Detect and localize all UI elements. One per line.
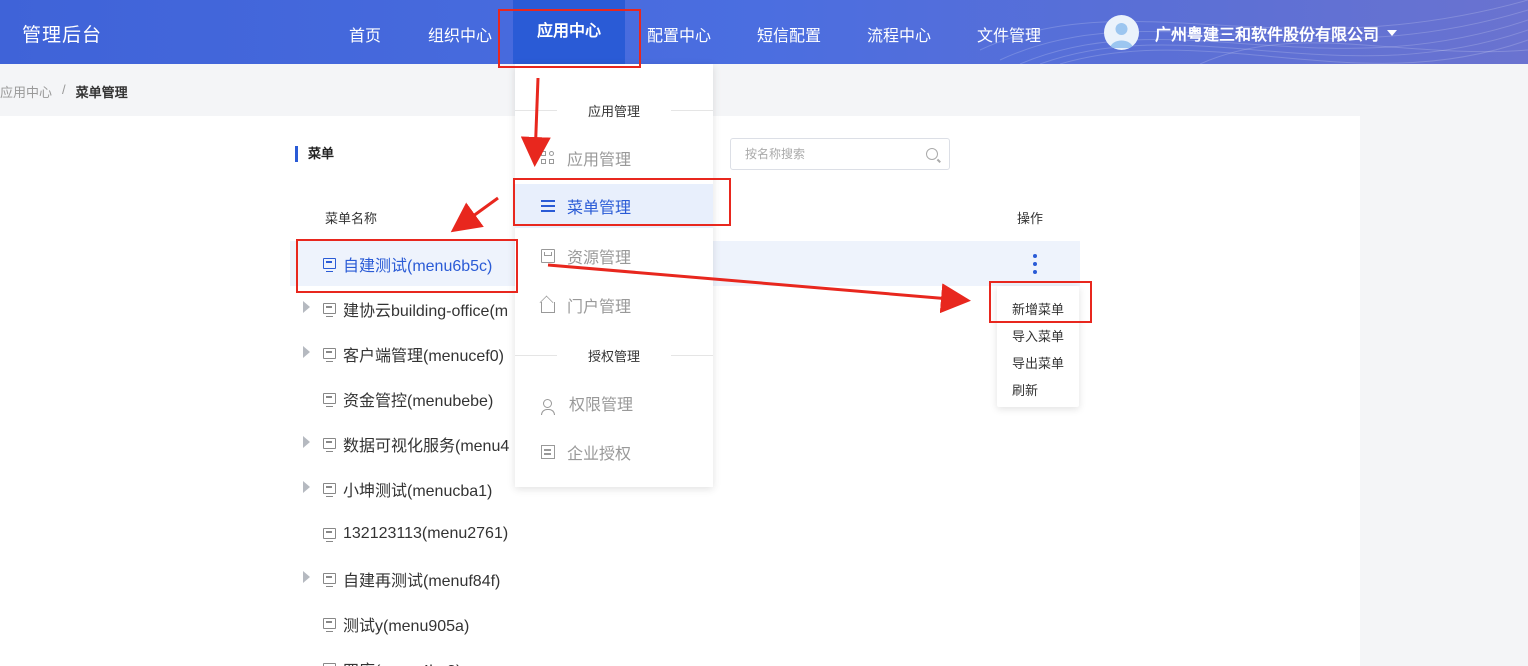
nav-sms-config[interactable]: 短信配置 — [757, 22, 821, 46]
tree-row-label[interactable]: 资金管控(menubebe) — [343, 387, 493, 411]
tree-row[interactable]: 小坤测试(menucba1) — [300, 466, 492, 511]
dropdown-item-permission-management[interactable]: 权限管理 — [515, 381, 713, 425]
home-icon — [541, 301, 555, 313]
tree-row-label[interactable]: 自建再测试(menuf84f) — [343, 567, 500, 591]
monitor-icon — [323, 483, 336, 497]
search-box[interactable] — [730, 138, 950, 170]
monitor-icon — [323, 348, 336, 362]
tree-row[interactable]: 测试y(menu905a) — [300, 601, 469, 646]
ops-export-menu[interactable]: 导出菜单 — [1012, 353, 1064, 372]
caret-down-icon[interactable] — [1387, 29, 1398, 36]
column-header-ops: 操作 — [1017, 211, 1044, 226]
nav-file-management[interactable]: 文件管理 — [977, 22, 1041, 46]
column-header-name: 菜单名称 — [325, 211, 378, 226]
tree-row[interactable]: 自建再测试(menuf84f) — [300, 556, 500, 601]
dropdown-item-enterprise-auth[interactable]: 企业授权 — [515, 430, 713, 474]
monitor-icon — [323, 393, 336, 407]
tree-row-label[interactable]: 测试y(menu905a) — [343, 612, 469, 636]
breadcrumb-current: 菜单管理 — [75, 85, 128, 100]
tree-row[interactable]: 四库(menu4be3) — [300, 646, 461, 666]
monitor-icon — [323, 573, 336, 587]
nav-org-center[interactable]: 组织中心 — [428, 22, 492, 46]
nav-flow-center[interactable]: 流程中心 — [867, 22, 931, 46]
apps-icon — [541, 151, 555, 165]
document-icon — [541, 445, 555, 459]
breadcrumb: 应用中心 / 菜单管理 — [0, 82, 128, 101]
section-title: 菜单 — [295, 146, 334, 162]
nav-app-center[interactable]: 应用中心 — [513, 0, 625, 64]
tree-row-label[interactable]: 建协云building-office(m — [343, 297, 508, 321]
expand-triangle-icon[interactable] — [300, 300, 314, 318]
avatar-person-icon — [1110, 23, 1133, 48]
dropdown-item-label: 应用管理 — [567, 152, 632, 169]
dropdown-item-portal-management[interactable]: 门户管理 — [515, 283, 713, 327]
tree-row[interactable]: 建协云building-office(m — [300, 286, 508, 331]
user-menu[interactable]: 广州粤建三和软件股份有限公司 — [1104, 15, 1398, 50]
operations-menu: 新增菜单 导入菜单 导出菜单 刷新 — [997, 286, 1079, 407]
monitor-icon — [323, 438, 336, 452]
dropdown-item-label: 权限管理 — [569, 397, 634, 414]
nav-home[interactable]: 首页 — [349, 22, 381, 46]
brand-title: 管理后台 — [22, 25, 103, 46]
dropdown-item-resource-management[interactable]: 资源管理 — [515, 234, 713, 278]
expand-triangle-icon[interactable] — [300, 480, 314, 498]
ops-add-menu[interactable]: 新增菜单 — [1012, 299, 1064, 318]
resource-icon — [541, 249, 555, 263]
tree-row[interactable]: 客户端管理(menucef0) — [300, 331, 504, 376]
monitor-icon — [323, 618, 336, 632]
expand-triangle-icon[interactable] — [300, 570, 314, 588]
expand-triangle-icon[interactable] — [300, 435, 314, 453]
dropdown-item-label: 企业授权 — [567, 446, 632, 463]
dropdown-group-app: 应用管理 — [515, 101, 713, 120]
dropdown-item-menu-management[interactable]: 菜单管理 — [515, 184, 713, 228]
monitor-icon — [323, 303, 336, 317]
tree-row[interactable]: 数据可视化服务(menu4 — [300, 421, 509, 466]
tree-row-label[interactable]: 数据可视化服务(menu4 — [343, 432, 509, 456]
search-icon[interactable] — [926, 148, 938, 160]
tree-row-label[interactable]: 小坤测试(menucba1) — [343, 477, 492, 501]
tree-row[interactable]: 132123113(menu2761) — [300, 511, 508, 556]
dropdown-item-app-management[interactable]: 应用管理 — [515, 136, 713, 180]
monitor-icon — [323, 528, 336, 542]
more-actions-icon[interactable] — [1031, 254, 1039, 274]
avatar[interactable] — [1104, 15, 1139, 50]
ops-import-menu[interactable]: 导入菜单 — [1012, 326, 1064, 345]
search-input[interactable] — [745, 147, 915, 161]
user-permission-icon — [541, 398, 555, 415]
app-center-dropdown: 应用管理 应用管理 菜单管理 资源管理 门户管理 授权管理 权限管理 企业授权 — [515, 64, 713, 487]
monitor-icon — [323, 258, 336, 272]
tree-row-label[interactable]: 四库(menu4be3) — [343, 657, 461, 666]
company-name[interactable]: 广州粤建三和软件股份有限公司 — [1155, 21, 1379, 45]
top-header: 管理后台 首页 组织中心 应用中心 配置中心 短信配置 流程中心 文件管理 广州… — [0, 0, 1528, 64]
dropdown-item-label: 菜单管理 — [567, 200, 632, 217]
list-icon — [541, 199, 555, 213]
tree-row[interactable]: 资金管控(menubebe) — [300, 376, 493, 421]
tree-row-label[interactable]: 自建测试(menu6b5c) — [343, 252, 492, 276]
ops-refresh[interactable]: 刷新 — [1012, 380, 1038, 399]
dropdown-item-label: 门户管理 — [567, 299, 632, 316]
breadcrumb-parent[interactable]: 应用中心 — [0, 82, 52, 101]
dropdown-group-auth: 授权管理 — [515, 346, 713, 365]
tree-row-label[interactable]: 132123113(menu2761) — [343, 525, 508, 543]
breadcrumb-separator: / — [62, 82, 66, 97]
expand-triangle-icon[interactable] — [300, 345, 314, 363]
nav-config-center[interactable]: 配置中心 — [647, 22, 711, 46]
dropdown-item-label: 资源管理 — [567, 250, 632, 267]
tree-row[interactable]: 自建测试(menu6b5c) — [300, 241, 492, 286]
tree-row-label[interactable]: 客户端管理(menucef0) — [343, 342, 504, 366]
